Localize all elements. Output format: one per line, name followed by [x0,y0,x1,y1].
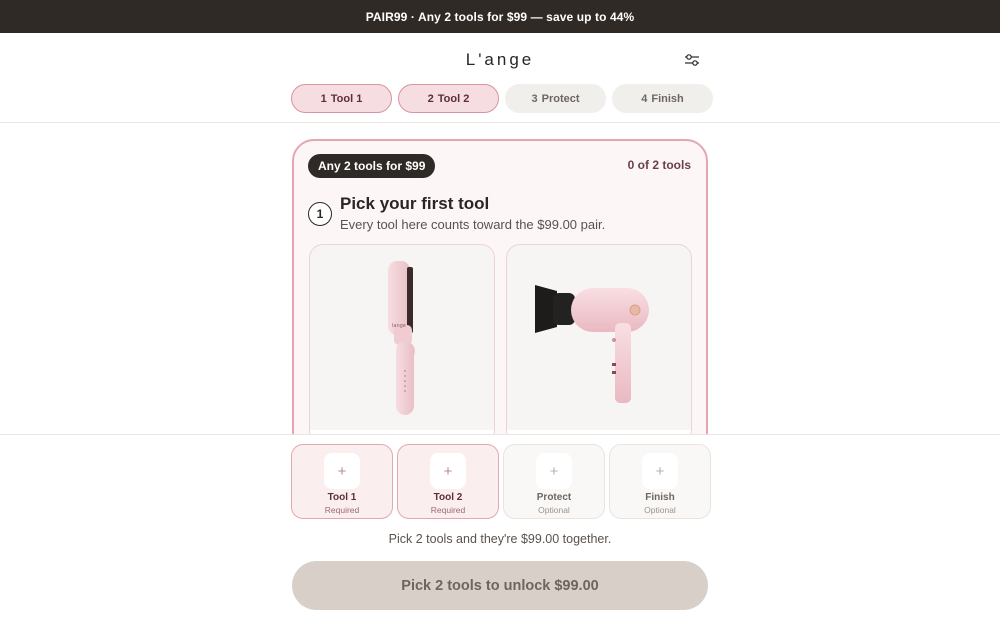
hair-dryer-icon [535,285,649,403]
slot-label: Tool 1 [327,492,357,503]
section-title: Pick your first tool [340,194,490,213]
step-number: 3 [531,92,538,105]
step-label: Finish [651,92,684,105]
promo-text: PAIR99 · Any 2 tools for $99 — save up t… [365,9,635,24]
unlock-cta-button[interactable]: Pick 2 tools to unlock $99.00 [292,561,708,610]
step-finish[interactable]: 4 Finish [612,84,713,113]
slot-protect[interactable]: + Protect Optional [503,444,605,519]
step-protect[interactable]: 3 Protect [505,84,606,113]
promo-banner: PAIR99 · Any 2 tools for $99 — save up t… [0,0,1000,33]
step-tool-2[interactable]: 2 Tool 2 [398,84,499,113]
product-card-straightener[interactable]: lange [309,244,495,444]
brand-logo[interactable]: L'ange [0,50,1000,70]
svg-text:lange: lange [392,323,406,329]
plus-icon: + [536,453,572,489]
slot-requirement: Required [430,505,466,515]
step-number: 2 [427,92,434,105]
step-number: 1 [320,92,327,105]
step-label: Tool 1 [330,92,363,105]
slot-label: Tool 2 [433,492,463,503]
tool-picker-card: Any 2 tools for $99 0 of 2 tools 1 Pick … [292,139,708,469]
step-number-badge: 1 [308,202,332,226]
offer-badge: Any 2 tools for $99 [308,154,436,178]
selection-count: 0 of 2 tools [627,158,691,172]
step-tool-1[interactable]: 1 Tool 1 [291,84,392,113]
bundle-slots: + Tool 1 Required + Tool 2 Required + Pr… [291,444,711,519]
slot-tool-1[interactable]: + Tool 1 Required [291,444,393,519]
slot-requirement: Optional [644,505,676,515]
slot-requirement: Required [324,505,360,515]
product-card-dryer[interactable] [506,244,692,444]
step-number: 4 [641,92,648,105]
slot-label: Protect [536,492,572,503]
plus-icon: + [430,453,466,489]
slot-tool-2[interactable]: + Tool 2 Required [397,444,499,519]
plus-icon: + [324,453,360,489]
filter-button[interactable] [681,50,703,70]
section-subtitle: Every tool here counts toward the $99.00… [340,217,606,232]
slot-requirement: Optional [538,505,570,515]
hair-straightener-icon: lange [388,261,415,415]
step-label: Tool 2 [437,92,470,105]
step-progress: 1 Tool 1 2 Tool 2 3 Protect 4 Finish [291,84,713,113]
slot-label: Finish [645,492,675,503]
step-label: Protect [541,92,580,105]
selection-tray: + Tool 1 Required + Tool 2 Required + Pr… [0,434,1000,625]
plus-icon: + [642,453,678,489]
slot-finish[interactable]: + Finish Optional [609,444,711,519]
sliders-icon [685,54,699,66]
bundle-note: Pick 2 tools and they're $99.00 together… [388,532,612,546]
header: L'ange 1 Tool 1 2 Tool 2 3 Protect 4 Fin… [0,33,1000,123]
